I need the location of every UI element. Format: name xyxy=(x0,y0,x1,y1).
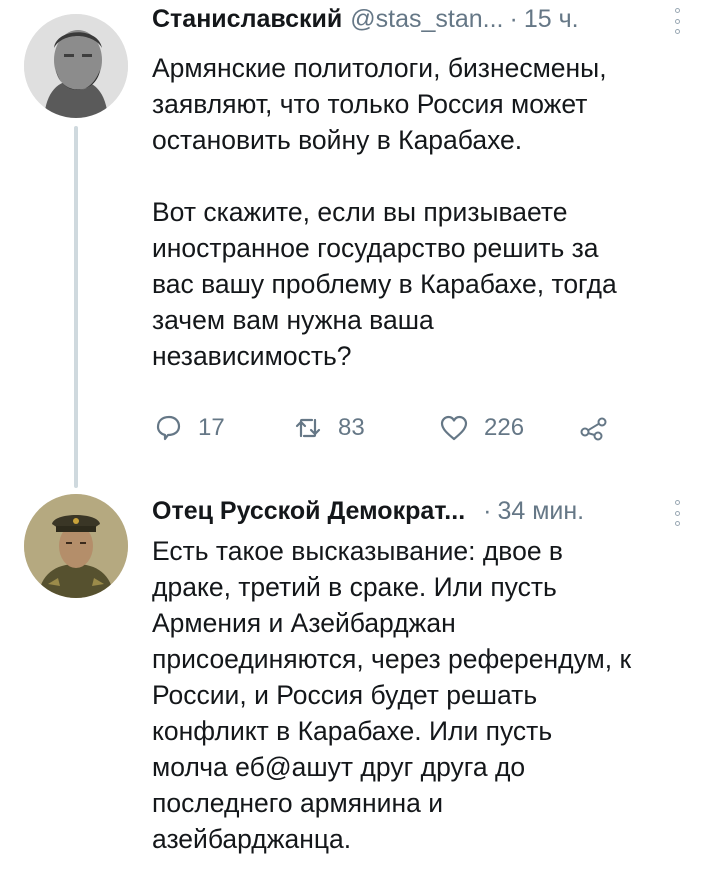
like-button[interactable]: 226 xyxy=(438,412,524,444)
avatar[interactable] xyxy=(24,494,128,598)
tweet-actions: 17 83 226 xyxy=(152,412,632,452)
user-handle[interactable]: @stas_stan... xyxy=(350,4,503,34)
retweet-icon xyxy=(295,418,321,438)
like-count: 226 xyxy=(484,414,525,441)
timestamp[interactable]: 34 мин. xyxy=(497,496,584,526)
separator-dot: · xyxy=(509,5,518,33)
display-name[interactable]: Отец Русской Демократ... xyxy=(152,496,465,526)
avatar[interactable] xyxy=(24,14,128,118)
display-name[interactable]: Станиславский xyxy=(152,4,342,34)
reply-button[interactable]: 17 xyxy=(152,412,225,444)
heart-icon xyxy=(440,415,468,441)
tweet-text: Армянские политологи, бизнесмены, заявля… xyxy=(152,53,617,371)
reply-icon xyxy=(156,415,181,441)
separator-dot: · xyxy=(483,497,492,525)
share-icon xyxy=(580,417,607,441)
timestamp[interactable]: 15 ч. xyxy=(524,4,579,34)
tweet-1: Станиславский @stas_stan... · 15 ч. Армя… xyxy=(0,0,720,488)
share-button[interactable] xyxy=(578,412,624,444)
retweet-count: 83 xyxy=(338,414,365,441)
thread-line xyxy=(74,126,78,488)
tweet-header: Отец Русской Демократ... · 34 мин. xyxy=(152,496,584,526)
tweet-text: Есть такое высказывание: двое в драке, т… xyxy=(152,536,632,854)
retweet-button[interactable]: 83 xyxy=(292,412,365,444)
tweet-2: Отец Русской Демократ... · 34 мин. Есть … xyxy=(0,480,720,879)
reply-count: 17 xyxy=(198,414,225,441)
more-options-icon[interactable] xyxy=(672,500,682,526)
tweet-header: Станиславский @stas_stan... · 15 ч. xyxy=(152,4,579,34)
more-options-icon[interactable] xyxy=(672,8,682,34)
